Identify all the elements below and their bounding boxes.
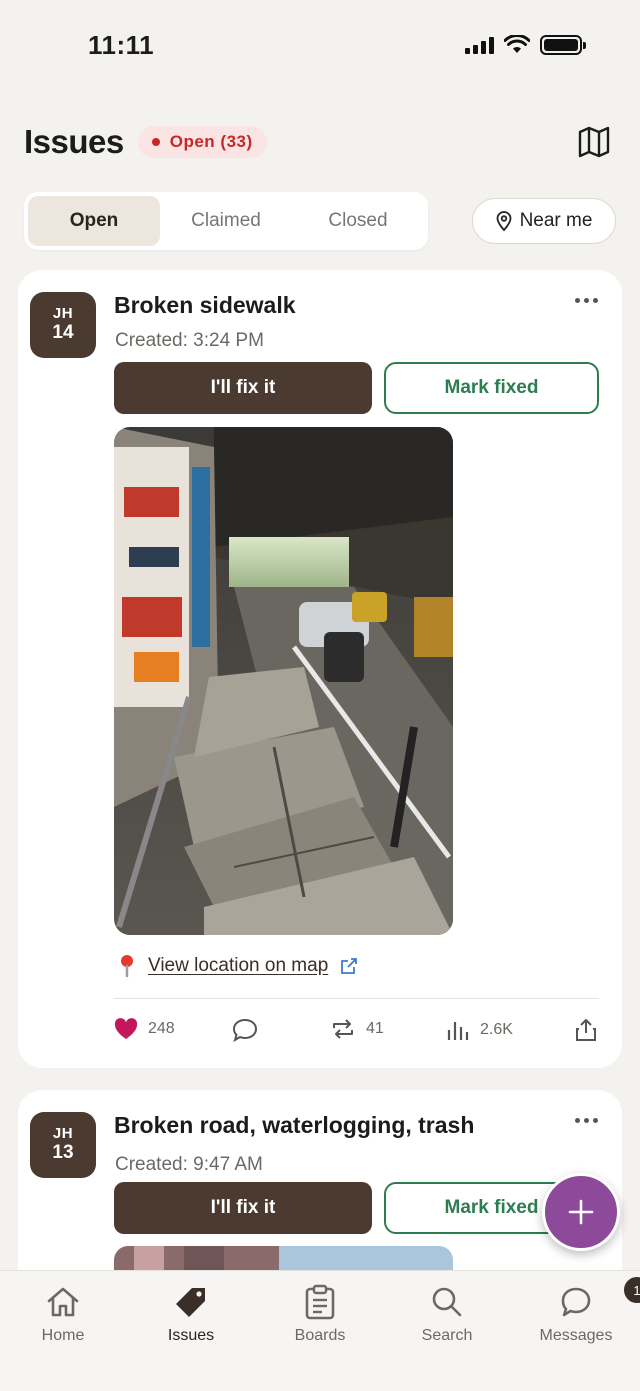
location-pin-icon — [496, 211, 511, 231]
home-icon — [47, 1287, 79, 1317]
wifi-icon — [504, 35, 530, 53]
heart-icon — [114, 1018, 138, 1039]
plus-icon — [568, 1199, 594, 1225]
clipboard-icon — [305, 1284, 335, 1320]
map-icon[interactable] — [576, 124, 612, 160]
nav-home-label: Home — [41, 1327, 85, 1344]
share-icon — [576, 1019, 596, 1041]
nav-search-label: Search — [421, 1327, 473, 1344]
nav-search[interactable]: Search — [392, 1283, 502, 1345]
near-me-button[interactable]: Near me — [472, 198, 616, 244]
status-segmented-control: Open Claimed Closed — [24, 192, 428, 250]
map-pin-icon — [121, 955, 133, 978]
issue-card[interactable]: JH 14 Broken sidewalk Created: 3:24 PM I… — [18, 270, 622, 1068]
external-link-icon[interactable] — [340, 957, 358, 975]
repost-button[interactable]: 41 — [330, 1018, 384, 1040]
search-icon — [432, 1287, 462, 1317]
tab-open[interactable]: Open — [28, 196, 160, 246]
mark-fixed-button[interactable]: Mark fixed — [384, 362, 599, 414]
view-location-row[interactable]: View location on map — [118, 954, 358, 978]
chat-icon — [561, 1287, 591, 1317]
more-options-icon[interactable] — [575, 1118, 598, 1123]
battery-icon — [540, 35, 586, 55]
page-title: Issues — [24, 123, 124, 160]
tab-closed[interactable]: Closed — [292, 196, 424, 246]
repost-icon — [333, 1019, 353, 1039]
issue-created-time: Created: 3:24 PM — [115, 330, 264, 351]
avatar[interactable]: JH 14 — [30, 292, 96, 358]
broken-sidewalk-photo — [114, 427, 453, 935]
views-count: 2.6K — [480, 1021, 513, 1038]
add-issue-button[interactable] — [542, 1173, 620, 1251]
page-header: Issues Open (33) — [24, 120, 616, 164]
signal-icon — [465, 36, 494, 54]
status-time: 11:11 — [88, 30, 155, 60]
open-count-badge: Open (33) — [137, 126, 267, 158]
like-count: 248 — [148, 1020, 175, 1037]
nav-messages[interactable]: 1 Messages — [521, 1275, 640, 1345]
issue-card[interactable]: JH 13 Broken road, waterlogging, trash C… — [18, 1090, 622, 1290]
status-bar: 11:11 — [0, 0, 640, 95]
tab-claimed[interactable]: Claimed — [160, 196, 292, 246]
issue-title[interactable]: Broken sidewalk — [114, 292, 296, 319]
tag-icon — [176, 1288, 205, 1317]
status-icons — [465, 35, 586, 55]
nav-issues-label: Issues — [167, 1327, 215, 1344]
open-count-label: Open (33) — [169, 132, 253, 151]
nav-boards-label: Boards — [294, 1327, 346, 1344]
bottom-nav: Home Issues Boards Search 1 Messages — [0, 1270, 640, 1391]
avatar-initials: JH — [52, 1125, 74, 1143]
comment-button[interactable] — [232, 1018, 258, 1042]
fix-it-button[interactable]: I'll fix it — [114, 1182, 372, 1234]
nav-issues[interactable]: Issues — [136, 1283, 246, 1345]
avatar-initials: JH — [52, 305, 74, 323]
issue-created-time: Created: 9:47 AM — [115, 1154, 263, 1175]
comment-icon — [232, 1018, 258, 1042]
fix-it-button[interactable]: I'll fix it — [114, 362, 372, 414]
issue-photo[interactable] — [114, 427, 453, 935]
issue-title[interactable]: Broken road, waterlogging, trash — [114, 1112, 474, 1139]
bar-chart-icon — [447, 1022, 469, 1040]
nav-boards[interactable]: Boards — [265, 1283, 375, 1345]
avatar-number: 13 — [52, 1141, 74, 1163]
view-location-link[interactable]: View location on map — [148, 955, 328, 977]
avatar[interactable]: JH 13 — [30, 1112, 96, 1178]
nav-messages-label: Messages — [539, 1327, 613, 1344]
views-button[interactable]: 2.6K — [446, 1018, 513, 1042]
messages-badge: 1 — [622, 1275, 640, 1305]
repost-count: 41 — [366, 1020, 384, 1037]
status-dot — [151, 138, 160, 146]
nav-home[interactable]: Home — [8, 1283, 118, 1345]
avatar-number: 14 — [52, 321, 74, 343]
near-me-label: Near me — [519, 210, 593, 231]
divider — [114, 998, 599, 999]
more-options-icon[interactable] — [575, 298, 598, 303]
share-button[interactable] — [575, 1018, 597, 1042]
like-button[interactable]: 248 — [114, 1018, 175, 1040]
engagement-bar: 248 41 2.6K — [114, 1018, 599, 1048]
